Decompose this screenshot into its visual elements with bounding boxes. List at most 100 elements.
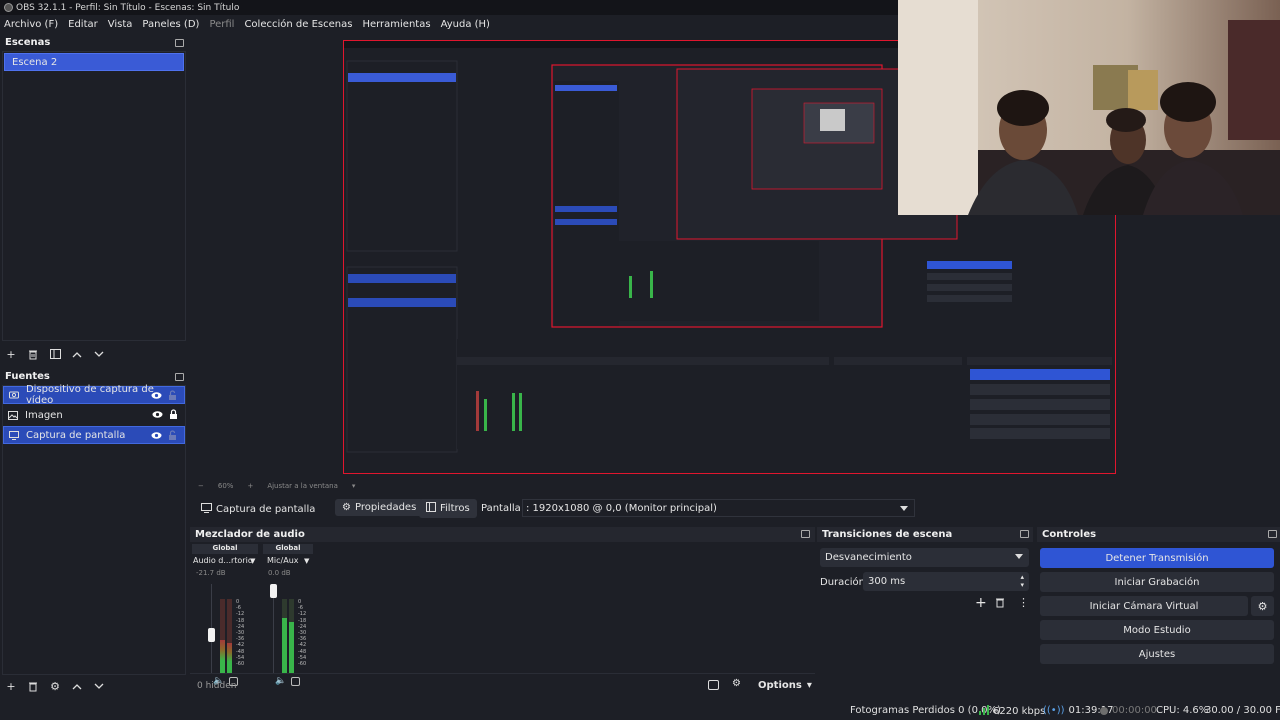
meter-bar-level — [289, 622, 294, 674]
zoom-out-icon[interactable]: − — [198, 482, 204, 490]
monitor-icon — [9, 430, 20, 440]
undock-icon[interactable] — [801, 530, 810, 538]
meter-tick-label: -18 — [236, 617, 245, 624]
context-source-name: Captura de pantalla — [216, 503, 316, 515]
delete-source-icon[interactable] — [27, 680, 39, 692]
unlock-icon[interactable] — [167, 390, 178, 401]
move-up-icon[interactable] — [71, 680, 83, 692]
volume-fader-handle[interactable] — [270, 584, 277, 598]
source-item-image[interactable]: Imagen — [3, 406, 185, 424]
controls-dock: Controles Detener Transmisión Iniciar Gr… — [1037, 527, 1280, 700]
delete-transition-icon[interactable] — [995, 597, 1005, 611]
menu-editar[interactable]: Editar — [68, 19, 98, 30]
zoom-in-icon[interactable]: + — [247, 482, 253, 490]
menu-paneles[interactable]: Paneles (D) — [142, 19, 199, 30]
channel-volume-db: -21.7 dB — [196, 569, 226, 577]
filters-button[interactable]: Filtros — [419, 499, 477, 518]
settings-button[interactable]: Ajustes — [1040, 644, 1274, 664]
meter-tick-label: -42 — [236, 642, 245, 649]
channel-volume-db: 0.0 dB — [268, 569, 291, 577]
scene-filter-icon[interactable] — [49, 348, 61, 360]
undock-icon[interactable] — [1020, 530, 1029, 538]
audio-mixer-dock: Mezclador de audio Global Audio d...rtor… — [190, 527, 815, 700]
visibility-eye-icon[interactable] — [152, 409, 163, 420]
zoom-dropdown-icon[interactable]: ▾ — [352, 482, 356, 490]
headphones-icon[interactable] — [291, 677, 300, 686]
source-item-screen-capture[interactable]: Captura de pantalla — [3, 426, 185, 444]
move-down-icon[interactable] — [93, 348, 105, 360]
menu-ayuda[interactable]: Ayuda (H) — [441, 19, 490, 30]
audio-mixer-header: Mezclador de audio — [190, 527, 815, 542]
zoom-level: 60% — [217, 482, 234, 490]
start-virtual-camera-button[interactable]: Iniciar Cámara Virtual — [1040, 596, 1248, 616]
meter-tick-label: -12 — [298, 611, 307, 618]
chevron-down-icon[interactable]: ▼ — [304, 557, 309, 565]
menu-coleccion-escenas[interactable]: Colección de Escenas — [244, 19, 352, 30]
video-capture-webcam-feed[interactable] — [898, 0, 1280, 215]
cpu-usage: CPU: 4.6% — [1156, 705, 1209, 716]
menu-archivo[interactable]: Archivo (F) — [4, 19, 58, 30]
meter-tick-label: -12 — [236, 611, 245, 618]
mute-speaker-icon[interactable]: 🔈 — [275, 676, 286, 686]
chevron-down-icon: ▾ — [806, 680, 812, 691]
undock-icon[interactable] — [175, 373, 184, 381]
visibility-eye-icon[interactable] — [151, 430, 162, 441]
transition-select[interactable]: Desvanecimiento — [820, 548, 1029, 567]
menu-perfil[interactable]: Perfil — [209, 19, 234, 30]
status-bar: Fotogramas Perdidos 0 (0.0%) 6220 kbps (… — [0, 701, 1280, 720]
more-options-icon[interactable]: ⋮ — [1018, 596, 1029, 609]
meter-tick-label: -48 — [298, 648, 307, 655]
meter-tick-label: -60 — [236, 661, 245, 668]
obs-logo-icon — [4, 3, 13, 12]
record-icon — [1100, 706, 1108, 715]
source-item-video-capture[interactable]: Dispositivo de captura de vídeo — [3, 384, 185, 406]
visibility-eye-icon[interactable] — [151, 390, 162, 401]
undock-icon[interactable] — [1268, 530, 1277, 538]
channel-name: Audio d...rtorio — [193, 556, 253, 565]
source-properties-gear-icon[interactable]: ⚙ — [49, 680, 61, 693]
bitrate: 6220 kbps — [979, 705, 1045, 718]
window-title: OBS 32.1.1 - Perfil: Sin Título - Escena… — [16, 3, 240, 13]
fit-to-window-button[interactable]: Ajustar a la ventana — [267, 482, 338, 490]
menu-vista[interactable]: Vista — [108, 19, 133, 30]
channel-tag: Global — [192, 544, 258, 554]
image-icon — [8, 410, 19, 420]
scene-item[interactable]: Escena 2 — [4, 53, 184, 71]
start-recording-button[interactable]: Iniciar Grabación — [1040, 572, 1274, 592]
undock-icon[interactable] — [175, 39, 184, 47]
add-scene-icon[interactable]: + — [5, 348, 17, 361]
properties-button[interactable]: ⚙ Propiedades — [335, 499, 424, 516]
menu-herramientas[interactable]: Herramientas — [362, 19, 430, 30]
move-up-icon[interactable] — [71, 348, 83, 360]
transitions-header: Transiciones de escena — [817, 527, 1033, 542]
delete-scene-icon[interactable] — [27, 348, 39, 360]
options-button[interactable]: Options ▾ — [758, 680, 812, 691]
decrement-icon[interactable]: ▾ — [1020, 581, 1024, 589]
sources-list: Dispositivo de captura de vídeo Imagen C… — [2, 384, 186, 675]
move-down-icon[interactable] — [93, 680, 105, 692]
mixer-layout-icon[interactable] — [708, 680, 719, 690]
studio-mode-button[interactable]: Modo Estudio — [1040, 620, 1274, 640]
virtual-camera-gear-icon[interactable]: ⚙ — [1251, 596, 1274, 616]
add-source-icon[interactable]: + — [5, 680, 17, 693]
display-select[interactable]: : 1920x1080 @ 0,0 (Monitor principal) — [522, 499, 915, 517]
scenes-list: Escena 2 — [2, 51, 186, 341]
monitor-icon — [201, 502, 212, 516]
context-source: Captura de pantalla — [194, 500, 322, 519]
sources-title: Fuentes — [5, 371, 50, 382]
duration-spinbox[interactable]: 300 ms ▴ ▾ — [863, 572, 1029, 591]
meter-tick-label: -48 — [236, 648, 245, 655]
hidden-count: 0 hidden — [197, 681, 237, 691]
volume-fader-handle[interactable] — [208, 628, 215, 642]
mixer-settings-gear-icon[interactable]: ⚙ — [732, 678, 741, 689]
stop-streaming-button[interactable]: Detener Transmisión — [1040, 548, 1274, 568]
add-transition-icon[interactable]: + — [975, 595, 987, 611]
meter-tick-label: -18 — [298, 617, 307, 624]
lock-icon[interactable] — [168, 409, 179, 420]
fps: 30.00 / 30.00 FPS — [1205, 705, 1280, 716]
webcam-image — [898, 0, 1280, 215]
increment-icon[interactable]: ▴ — [1020, 573, 1024, 581]
chevron-down-icon[interactable]: ▼ — [250, 557, 255, 565]
unlock-icon[interactable] — [167, 430, 178, 441]
sources-toolbar: + ⚙ — [5, 680, 105, 693]
